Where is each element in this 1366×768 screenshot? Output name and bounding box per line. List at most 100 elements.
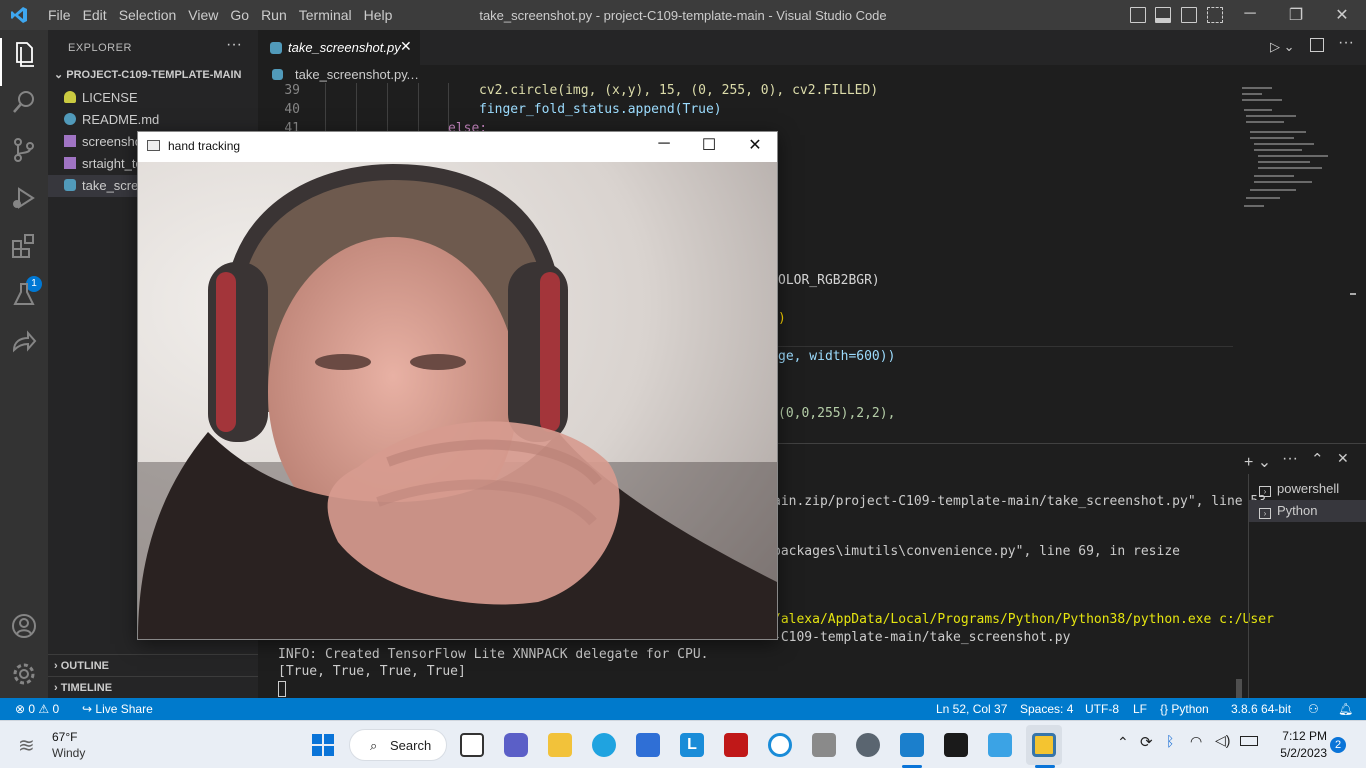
indentation[interactable]: Spaces: 4 xyxy=(1020,702,1073,716)
minimap[interactable] xyxy=(1238,83,1356,443)
file-readme[interactable]: README.md xyxy=(64,109,159,131)
alexa-app-icon[interactable] xyxy=(768,733,792,757)
minimize-icon[interactable]: ─ xyxy=(1230,5,1270,23)
image-icon xyxy=(64,157,76,169)
image-icon xyxy=(64,135,76,147)
file-license[interactable]: LICENSE xyxy=(64,87,138,109)
extensions-icon[interactable] xyxy=(8,230,40,262)
close-icon[interactable]: ✕ xyxy=(1322,5,1362,25)
breadcrumb-more[interactable]: … xyxy=(406,67,419,82)
taskbar-search[interactable]: ⌕ Search xyxy=(349,729,447,761)
terminal-taskbar-icon[interactable] xyxy=(944,733,968,757)
sync-icon[interactable]: ⟳ xyxy=(1140,733,1153,751)
source-control-icon[interactable] xyxy=(8,134,40,166)
edge-browser-icon[interactable] xyxy=(592,733,616,757)
run-python-icon[interactable]: ▷ ⌄ xyxy=(1270,39,1295,55)
webcam-feed xyxy=(138,162,777,639)
camera-app-icon[interactable] xyxy=(812,733,836,757)
clock-date[interactable]: 5/2/2023 xyxy=(1274,746,1327,760)
close-tab-icon[interactable]: ✕ xyxy=(400,38,412,55)
terminal-line: INFO: Created TensorFlow Lite XNNPACK de… xyxy=(278,647,709,662)
file-take-screenshot[interactable]: take_scree xyxy=(64,175,146,197)
microsoft-store-icon[interactable] xyxy=(636,733,660,757)
braces-icon: {} xyxy=(1160,702,1172,716)
mcafee-icon[interactable] xyxy=(724,733,748,757)
live-share-button[interactable]: ↪ Live Share xyxy=(82,702,153,716)
camera-maximize-icon[interactable]: ☐ xyxy=(689,135,729,155)
terminal-name: Python xyxy=(1277,503,1318,518)
terminal-scrollbar[interactable] xyxy=(1236,679,1242,699)
file-screenshot[interactable]: screenshot xyxy=(64,131,146,153)
split-editor-icon[interactable] xyxy=(1310,38,1324,52)
show-hidden-icons-icon[interactable]: ⌃ xyxy=(1117,734,1129,751)
start-windows-icon[interactable] xyxy=(312,734,334,756)
project-folder[interactable]: ⌄ PROJECT-C109-TEMPLATE-MAIN xyxy=(54,68,241,81)
new-terminal-icon[interactable]: + ⌄ xyxy=(1244,452,1271,472)
toggle-secondary-sidebar-icon[interactable] xyxy=(1181,7,1197,23)
terminal-powershell[interactable]: › powershell xyxy=(1249,478,1366,500)
toggle-sidebar-icon[interactable] xyxy=(1130,7,1146,23)
settings-gear-icon[interactable] xyxy=(856,733,880,757)
wifi-icon[interactable]: ◠ xyxy=(1190,733,1202,750)
end-of-line[interactable]: LF xyxy=(1133,702,1147,716)
tab-take-screenshot[interactable]: take_screenshot.py ✕ xyxy=(258,30,420,65)
camera-minimize-icon[interactable]: ─ xyxy=(644,135,684,153)
windows-logo-icon xyxy=(312,734,334,756)
cursor-position[interactable]: Ln 52, Col 37 xyxy=(936,702,1007,716)
python-interpreter[interactable]: 3.8.6 64-bit xyxy=(1231,702,1291,716)
breadcrumb-file[interactable]: take_screenshot.py xyxy=(295,67,408,82)
notifications-bell-icon[interactable]: 🔔︎ xyxy=(1338,702,1353,716)
toggle-panel-icon[interactable] xyxy=(1155,7,1171,23)
terminal-line: packages\imutils\convenience.py", line 6… xyxy=(773,544,1180,559)
maximize-panel-icon[interactable]: ⌃ xyxy=(1311,450,1324,468)
task-view-icon[interactable] xyxy=(460,733,484,757)
language-mode[interactable]: {} Python xyxy=(1160,702,1209,716)
editor-more-icon[interactable]: ··· xyxy=(1338,34,1354,52)
accounts-icon[interactable] xyxy=(8,610,40,642)
feedback-icon[interactable]: ⚇ xyxy=(1308,702,1319,716)
weather-condition[interactable]: Windy xyxy=(52,746,85,760)
problems-indicator[interactable]: ⊗ 0 ⚠ 0 xyxy=(15,702,59,716)
panel-more-icon[interactable]: ··· xyxy=(1282,450,1298,468)
file-explorer-icon[interactable] xyxy=(548,733,572,757)
hand-tracking-window[interactable]: hand tracking ─ ☐ ✕ xyxy=(137,131,778,640)
minimap-preview xyxy=(1242,87,1356,295)
live-share-label: Live Share xyxy=(95,702,153,716)
terminal-python[interactable]: › Python xyxy=(1249,500,1366,522)
file-label: README.md xyxy=(82,112,160,127)
teams-chat-icon[interactable] xyxy=(504,733,528,757)
battery-icon[interactable] xyxy=(1240,736,1258,746)
notification-badge[interactable]: 2 xyxy=(1330,737,1346,753)
python-icon xyxy=(64,179,76,191)
python-app-icon[interactable] xyxy=(1032,733,1056,757)
explorer-icon[interactable] xyxy=(8,38,40,70)
search-icon[interactable] xyxy=(8,86,40,118)
live-share-icon[interactable] xyxy=(8,326,40,358)
weather-temp[interactable]: 67°F xyxy=(52,730,77,744)
restore-icon[interactable]: ❐ xyxy=(1276,5,1316,25)
search-icon: ⌕ xyxy=(370,738,378,753)
camera-window-title: hand tracking xyxy=(168,139,241,153)
activity-bar: 1 xyxy=(0,30,48,698)
bluetooth-icon[interactable]: ᛒ xyxy=(1166,733,1174,749)
camera-close-icon[interactable]: ✕ xyxy=(735,135,775,155)
current-line-border xyxy=(778,346,1233,347)
outline-section[interactable]: › OUTLINE xyxy=(54,660,109,672)
run-debug-icon[interactable] xyxy=(8,182,40,214)
vscode-taskbar-icon[interactable] xyxy=(900,733,924,757)
customize-layout-icon[interactable] xyxy=(1207,7,1223,23)
notepad-icon[interactable] xyxy=(988,733,1012,757)
explorer-more-icon[interactable]: ··· xyxy=(226,36,242,54)
manage-gear-icon[interactable] xyxy=(8,658,40,690)
timeline-section[interactable]: › TIMELINE xyxy=(54,682,112,694)
volume-icon[interactable]: ◁) xyxy=(1215,732,1230,749)
close-panel-icon[interactable]: ✕ xyxy=(1337,450,1349,467)
clock-time[interactable]: 7:12 PM xyxy=(1277,729,1327,743)
terminal-list: › powershell › Python xyxy=(1248,474,1366,699)
file-straight[interactable]: srtaight_te xyxy=(64,153,143,175)
chevron-right-icon: › xyxy=(54,660,61,672)
lexia-app-icon[interactable]: L xyxy=(680,733,704,757)
testing-flask-icon[interactable] xyxy=(8,278,40,310)
encoding[interactable]: UTF-8 xyxy=(1085,702,1119,716)
terminal-line: /alexa/AppData/Local/Programs/Python/Pyt… xyxy=(773,612,1274,627)
